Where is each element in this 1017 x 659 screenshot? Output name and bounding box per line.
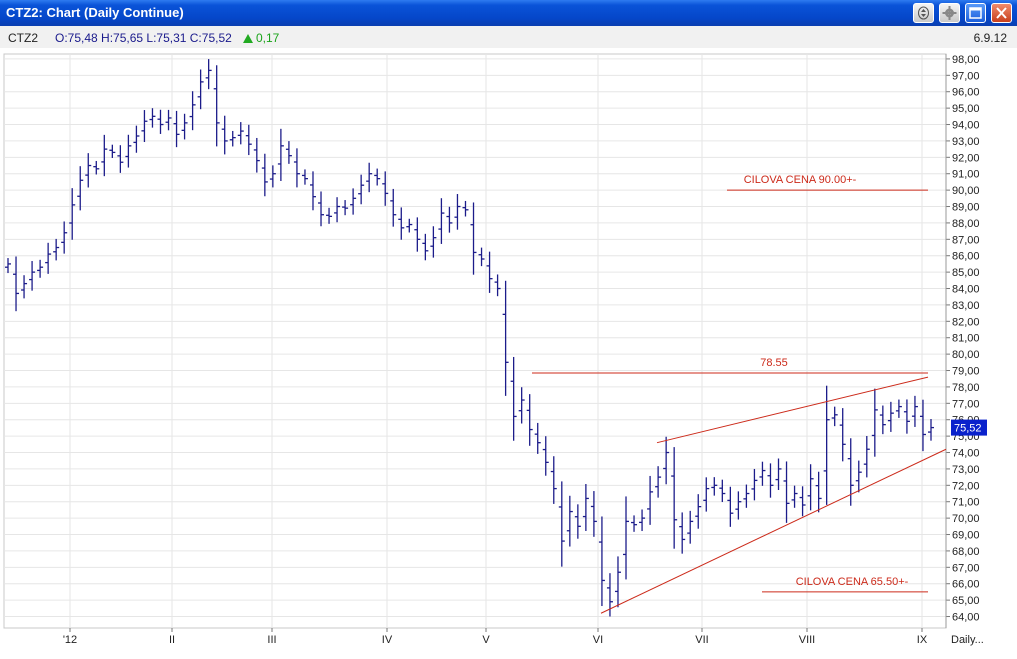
y-tick-label: 89,00 bbox=[952, 202, 980, 214]
y-tick-label: 91,00 bbox=[952, 169, 980, 181]
y-tick-label: 71,00 bbox=[952, 497, 980, 509]
y-tick-label: 87,00 bbox=[952, 234, 980, 246]
y-tick-label: 78,00 bbox=[952, 382, 980, 394]
x-tick-label: IV bbox=[382, 634, 393, 646]
maximize-button[interactable] bbox=[965, 3, 986, 23]
quote-info-bar: CTZ2 O:75,48 H:75,65 L:75,31 C:75,52 0,1… bbox=[0, 26, 1017, 49]
close-button[interactable] bbox=[991, 3, 1012, 23]
window-title: CTZ2: Chart (Daily Continue) bbox=[6, 5, 184, 20]
chart-window: CTZ2: Chart (Daily Continue) CTZ2 O:75,4… bbox=[0, 0, 1017, 655]
x-tick-label: VI bbox=[593, 634, 603, 646]
y-tick-label: 98,00 bbox=[952, 54, 980, 66]
y-tick-label: 74,00 bbox=[952, 448, 980, 460]
close-icon bbox=[996, 7, 1007, 19]
symbol-label: CTZ2 bbox=[8, 31, 38, 45]
date-label: 6.9.12 bbox=[973, 31, 1007, 45]
y-tick-label: 66,00 bbox=[952, 579, 980, 591]
scroll-button[interactable] bbox=[913, 3, 934, 23]
y-tick-label: 77,00 bbox=[952, 398, 980, 410]
maximize-icon bbox=[969, 7, 982, 19]
y-tick-label: 83,00 bbox=[952, 300, 980, 312]
y-tick-label: 92,00 bbox=[952, 152, 980, 164]
y-tick-label: 97,00 bbox=[952, 70, 980, 82]
x-tick-label: '12 bbox=[63, 634, 77, 646]
y-tick-label: 88,00 bbox=[952, 218, 980, 230]
y-tick-label: 94,00 bbox=[952, 120, 980, 132]
y-tick-label: 69,00 bbox=[952, 530, 980, 542]
y-tick-label: 64,00 bbox=[952, 612, 980, 624]
x-tick-label: II bbox=[169, 634, 175, 646]
y-tick-label: 68,00 bbox=[952, 546, 980, 558]
annotation-label: 78.55 bbox=[760, 357, 788, 369]
annotation-label: CILOVA CENA 65.50+- bbox=[796, 576, 909, 588]
y-tick-label: 90,00 bbox=[952, 185, 980, 197]
x-tick-label: IX bbox=[917, 634, 928, 646]
y-tick-label: 95,00 bbox=[952, 103, 980, 115]
y-tick-label: 65,00 bbox=[952, 595, 980, 607]
x-tick-label: III bbox=[267, 634, 276, 646]
annotation-label: CILOVA CENA 90.00+- bbox=[744, 174, 857, 186]
x-tick-label: VII bbox=[695, 634, 708, 646]
y-tick-label: 84,00 bbox=[952, 284, 980, 296]
scroll-icon bbox=[918, 6, 929, 20]
y-tick-label: 70,00 bbox=[952, 513, 980, 525]
price-chart[interactable]: 64,00 65,00 66,00 67,00 68,00 69,00 70,00 71,00… bbox=[0, 48, 1017, 655]
title-bar[interactable]: CTZ2: Chart (Daily Continue) bbox=[0, 0, 1017, 26]
period-label: Daily... bbox=[951, 634, 984, 646]
y-tick-label: 86,00 bbox=[952, 251, 980, 263]
settings-button[interactable] bbox=[939, 3, 960, 23]
chart-area[interactable]: 64,00 65,00 66,00 67,00 68,00 69,00 70,00 71,00… bbox=[0, 48, 1017, 655]
y-tick-label: 96,00 bbox=[952, 87, 980, 99]
up-triangle-icon bbox=[243, 34, 253, 43]
y-tick-label: 81,00 bbox=[952, 333, 980, 345]
y-tick-label: 67,00 bbox=[952, 562, 980, 574]
y-tick-label: 79,00 bbox=[952, 366, 980, 378]
y-tick-label: 85,00 bbox=[952, 267, 980, 279]
y-tick-label: 72,00 bbox=[952, 480, 980, 492]
change-value: 0,17 bbox=[256, 31, 280, 45]
x-tick-label: V bbox=[482, 634, 490, 646]
x-tick-label: VIII bbox=[799, 634, 816, 646]
y-tick-label: 73,00 bbox=[952, 464, 980, 476]
ohlc-values: O:75,48 H:75,65 L:75,31 C:75,52 bbox=[55, 31, 232, 45]
y-tick-label: 93,00 bbox=[952, 136, 980, 148]
y-tick-label: 82,00 bbox=[952, 316, 980, 328]
last-price-label: 75,52 bbox=[954, 423, 982, 435]
plot-area bbox=[3, 53, 947, 629]
y-tick-label: 80,00 bbox=[952, 349, 980, 361]
gear-icon bbox=[942, 6, 957, 20]
